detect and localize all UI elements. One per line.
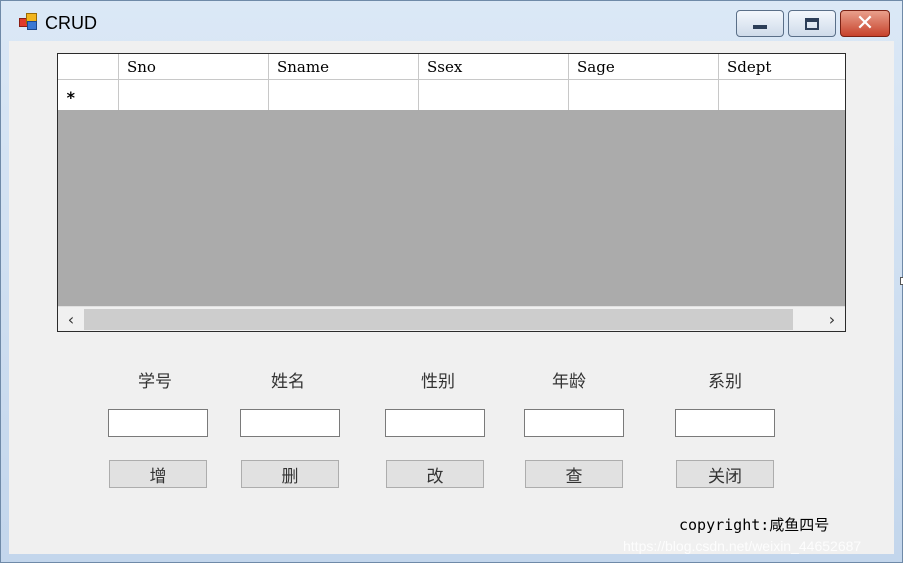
dept-input[interactable] — [675, 409, 775, 437]
age-input[interactable] — [524, 409, 624, 437]
horizontal-scrollbar[interactable]: ‹ › — [58, 306, 845, 331]
cell-sname[interactable] — [269, 80, 419, 110]
scroll-right-icon[interactable]: › — [819, 307, 845, 332]
scroll-left-icon[interactable]: ‹ — [58, 307, 84, 332]
student-no-input[interactable] — [108, 409, 208, 437]
close-button[interactable]: 关闭 — [676, 460, 774, 488]
label-age: 年龄 — [552, 372, 586, 392]
column-header-ssex[interactable]: Ssex — [419, 54, 569, 79]
column-header-sage[interactable]: Sage — [569, 54, 719, 79]
minimize-icon — [753, 24, 767, 29]
cell-ssex[interactable] — [419, 80, 569, 110]
cell-sage[interactable] — [569, 80, 719, 110]
data-grid[interactable]: Sno Sname Ssex Sage Sdept * ‹ › — [57, 53, 846, 332]
delete-button[interactable]: 删 — [241, 460, 339, 488]
window-title: CRUD — [45, 13, 97, 33]
minimize-button[interactable] — [736, 10, 784, 37]
app-window: CRUD ✕ Sno Sname Ssex Sage Sdept * ‹ › 学… — [0, 0, 903, 563]
column-header-sno[interactable]: Sno — [119, 54, 269, 79]
close-icon: ✕ — [855, 10, 875, 36]
label-sex: 性别 — [421, 372, 455, 392]
copyright-label: copyright:咸鱼四号 — [679, 516, 830, 534]
label-dept: 系别 — [708, 372, 742, 392]
query-button[interactable]: 查 — [525, 460, 623, 488]
add-button[interactable]: 增 — [109, 460, 207, 488]
table-row[interactable]: * — [58, 80, 845, 110]
app-icon — [19, 13, 39, 31]
new-row-marker[interactable]: * — [58, 80, 119, 110]
label-name: 姓名 — [271, 372, 305, 392]
column-header-sname[interactable]: Sname — [269, 54, 419, 79]
form-client-area: Sno Sname Ssex Sage Sdept * ‹ › 学号 姓名 性别… — [9, 41, 894, 554]
cell-sno[interactable] — [119, 80, 269, 110]
close-window-button[interactable]: ✕ — [840, 10, 890, 37]
row-header-corner[interactable] — [58, 54, 119, 79]
maximize-button[interactable] — [788, 10, 836, 37]
maximize-icon — [805, 17, 819, 30]
watermark-text: https://blog.csdn.net/weixin_44652687 — [623, 538, 862, 554]
title-bar[interactable]: CRUD ✕ — [1, 1, 902, 41]
column-header-sdept[interactable]: Sdept — [719, 54, 845, 79]
update-button[interactable]: 改 — [386, 460, 484, 488]
label-student-no: 学号 — [138, 372, 172, 392]
cell-sdept[interactable] — [719, 80, 845, 110]
scroll-thumb[interactable] — [84, 309, 793, 330]
sex-input[interactable] — [385, 409, 485, 437]
grid-header-row: Sno Sname Ssex Sage Sdept — [58, 54, 845, 80]
name-input[interactable] — [240, 409, 340, 437]
